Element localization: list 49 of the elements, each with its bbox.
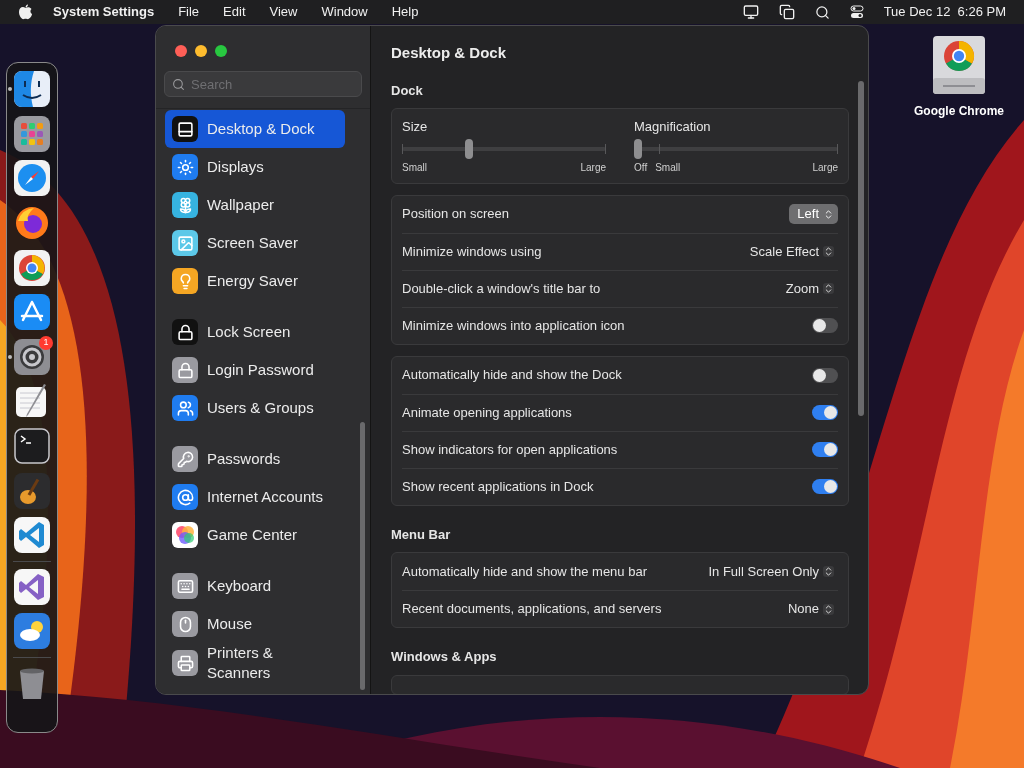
- sidebar-item[interactable]: Lock Screen: [165, 313, 345, 351]
- section-heading: Dock: [391, 81, 424, 100]
- setting-label: Position on screen: [402, 205, 509, 224]
- slider-label: Magnification: [634, 118, 712, 136]
- menu-item[interactable]: View: [269, 2, 298, 22]
- slider-mark-label: Large: [812, 160, 838, 175]
- popup-select[interactable]: Zoom: [777, 278, 838, 299]
- sidebar-item[interactable]: Users & Groups: [165, 389, 345, 427]
- section-heading: Windows & Apps: [391, 648, 498, 666]
- setting-label: Recent documents, applications, and servers: [402, 600, 662, 619]
- sidebar-item[interactable]: Displays: [165, 148, 345, 186]
- popup-select[interactable]: Scale Effect: [741, 241, 838, 262]
- popup-select[interactable]: Left: [789, 204, 838, 224]
- sidebar-item[interactable]: Passwords: [165, 440, 345, 478]
- sidebar-item[interactable]: Energy Saver: [165, 262, 345, 300]
- menu-item[interactable]: Window: [321, 2, 368, 22]
- slider-mark-label: Small: [402, 160, 427, 175]
- setting-label: Show indicators for open applications: [402, 440, 618, 459]
- setting-label: Animate opening applications: [402, 403, 572, 422]
- slider-label: Size: [402, 118, 429, 136]
- section-heading: Menu Bar: [391, 525, 452, 544]
- setting-label: Automatically hide and show the Dock: [402, 366, 622, 385]
- setting-label: Minimize windows into application icon: [402, 316, 625, 335]
- slider-mark-label: Small: [655, 160, 681, 175]
- window-title: Desktop & Dock: [391, 43, 508, 63]
- sidebar-item[interactable]: Keyboard: [165, 567, 345, 605]
- menu-item[interactable]: Help: [391, 2, 419, 22]
- menu-clock[interactable]: Tue Dec 12 6:26 PM: [883, 2, 1006, 22]
- setting-label: Minimize windows using: [402, 242, 542, 261]
- sidebar-item[interactable]: Login Password: [165, 351, 345, 389]
- popup-select[interactable]: None: [779, 599, 838, 619]
- setting-label: Automatically hide and show the menu bar: [402, 562, 647, 581]
- app-menu[interactable]: System Settings: [53, 2, 155, 22]
- setting-label: Double-click a window's title bar to: [402, 279, 601, 298]
- sidebar-item[interactable]: Game Center: [165, 516, 345, 554]
- menu-item[interactable]: Edit: [223, 2, 246, 22]
- sidebar-item[interactable]: Wallpaper: [165, 186, 345, 224]
- setting-label: Show recent applications in Dock: [402, 477, 594, 496]
- sidebar-item[interactable]: Printers & Scanners: [165, 643, 345, 683]
- desktop-icon-label[interactable]: Google Chrome: [914, 102, 1004, 120]
- menu-item[interactable]: File: [178, 2, 200, 22]
- slider-mark-label: Large: [580, 160, 606, 175]
- slider-mark-label: Off: [634, 160, 648, 175]
- sidebar-item[interactable]: Desktop & Dock: [165, 110, 345, 148]
- sidebar-item[interactable]: Mouse: [165, 605, 345, 643]
- notification-badge: 1: [39, 335, 53, 350]
- popup-select[interactable]: In Full Screen Only: [700, 561, 838, 582]
- sidebar-item[interactable]: Internet Accounts: [165, 478, 345, 516]
- sidebar-item[interactable]: Screen Saver: [165, 224, 345, 262]
